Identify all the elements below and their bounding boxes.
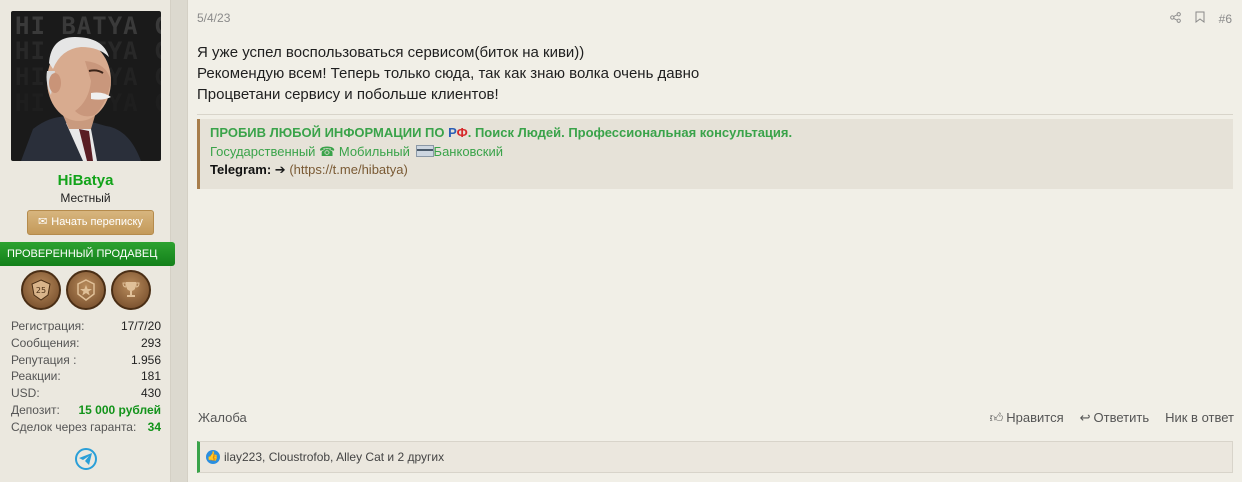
thumbs-up-icon: 👍︎ — [989, 410, 1004, 425]
like-reaction-icon — [206, 441, 220, 471]
stat-row: Сделок через гаранта: 34 — [11, 419, 161, 436]
signature: ПРОБИВ ЛЮБОЙ ИНФОРМАЦИИ ПО РФ. Поиск Люд… — [197, 119, 1233, 189]
stat-label: Реакции: — [11, 369, 61, 384]
stat-label: Сообщения: — [11, 335, 80, 350]
post-footer: Жалоба 👍︎ Нравится ↩︎ Ответить Ник в ответ — [198, 410, 1234, 426]
verified-seller-banner: ПРОВЕРЕННЫЙ ПРОДАВЕЦ — [0, 242, 175, 266]
service-government: Государственный — [210, 144, 316, 159]
stat-value: 34 — [147, 419, 161, 434]
bookmark-icon[interactable] — [1195, 11, 1205, 26]
stat-value: 430 — [140, 386, 161, 401]
badge-25-icon[interactable]: 25 — [21, 270, 61, 310]
post-line: Рекомендую всем! Теперь только сюда, так… — [197, 65, 700, 82]
signature-headline: ПРОБИВ ЛЮБОЙ ИНФОРМАЦИИ ПО РФ. Поиск Люд… — [210, 125, 793, 140]
signature-divider — [197, 114, 1233, 115]
post-line: Процветани сервису и побольше клиентов! — [197, 86, 499, 103]
reactions-list[interactable]: ilay223, Cloustrofob, Alley Cat и 2 друг… — [224, 450, 444, 464]
avatar[interactable]: HI BATYA СЕРВИС HI BATYA СЕРВИС HI BATYA… — [11, 11, 161, 161]
post-date[interactable]: 5/4/23 — [197, 11, 230, 25]
stat-label: Регистрация: — [11, 319, 85, 333]
reply-icon: ↩︎ — [1079, 410, 1091, 425]
telegram-label: Telegram: — [210, 162, 272, 177]
user-title: Местный — [60, 191, 111, 205]
signature-telegram: Telegram: ➔ (https://t.me/hibatya) — [210, 162, 1223, 178]
envelope-icon: ✉ — [38, 216, 48, 228]
stat-row: USD: 430 — [11, 385, 161, 402]
like-button[interactable]: 👍︎ Нравится — [990, 410, 1064, 426]
stat-row: Депозит: 15 000 рублей — [11, 402, 161, 419]
stat-label: Сделок через гаранта: — [11, 419, 137, 434]
start-conversation-label: Начать переписку — [51, 216, 143, 228]
stat-label: Депозит: — [11, 402, 60, 417]
stat-value: 17/7/20 — [120, 319, 161, 333]
post-footer-actions: 👍︎ Нравится ↩︎ Ответить Ник в ответ — [990, 410, 1234, 426]
stat-value: 15 000 рублей — [78, 402, 161, 417]
nick-reply-button[interactable]: Ник в ответ — [1165, 410, 1234, 426]
star-badge-icon[interactable] — [66, 270, 106, 310]
stat-row: Реакции: 181 — [11, 368, 161, 385]
service-bank: Банковский — [433, 144, 504, 159]
start-conversation-button[interactable]: ✉ Начать переписку — [27, 210, 154, 235]
stat-label: Репутация : — [11, 352, 77, 367]
arrow-icon: ➔ — [274, 162, 286, 177]
username[interactable]: HiBatya — [0, 172, 171, 189]
post-actions: #6 — [1169, 11, 1232, 26]
stat-value: 181 — [140, 369, 161, 384]
stat-value: 293 — [140, 335, 161, 350]
stat-value: 1.956 — [130, 352, 161, 367]
telegram-icon[interactable] — [75, 448, 97, 470]
trophy-badge-icon[interactable] — [111, 270, 151, 310]
user-stats: Регистрация: 17/7/20 Сообщения: 293 Репутаци… — [11, 318, 161, 436]
reactions-bar[interactable]: ilay223, Cloustrofob, Alley Cat и 2 друг… — [197, 441, 1233, 473]
share-icon[interactable] — [1169, 11, 1181, 26]
report-link[interactable]: Жалоба — [198, 410, 247, 425]
stat-row: Репутация : 1.956 — [11, 352, 161, 369]
post-line: Я уже успел воспользоваться сервисом(бит… — [197, 44, 585, 61]
post: 5/4/23 #6 Я уже успел воспользоваться се… — [187, 0, 1242, 482]
stat-label: USD: — [11, 386, 40, 401]
service-mobile: ☎ Мобильный — [319, 144, 410, 159]
post-number[interactable]: #6 — [1219, 12, 1232, 26]
bank-card-icon — [415, 145, 434, 157]
badge-25-number: 25 — [36, 286, 46, 295]
portrait-illustration — [21, 37, 141, 161]
stat-row: Регистрация: 17/7/20 — [11, 318, 161, 335]
stat-row: Сообщения: 293 — [11, 335, 161, 352]
user-panel: HI BATYA СЕРВИС HI BATYA СЕРВИС HI BATYA… — [0, 0, 175, 482]
post-body: Я уже успел воспользоваться сервисом(бит… — [197, 42, 699, 105]
signature-services: Государственный ☎ Мобильный Банковский — [210, 144, 1223, 160]
reply-button[interactable]: ↩︎ Ответить — [1080, 410, 1149, 426]
telegram-link[interactable]: (https://t.me/hibatya) — [289, 162, 408, 177]
